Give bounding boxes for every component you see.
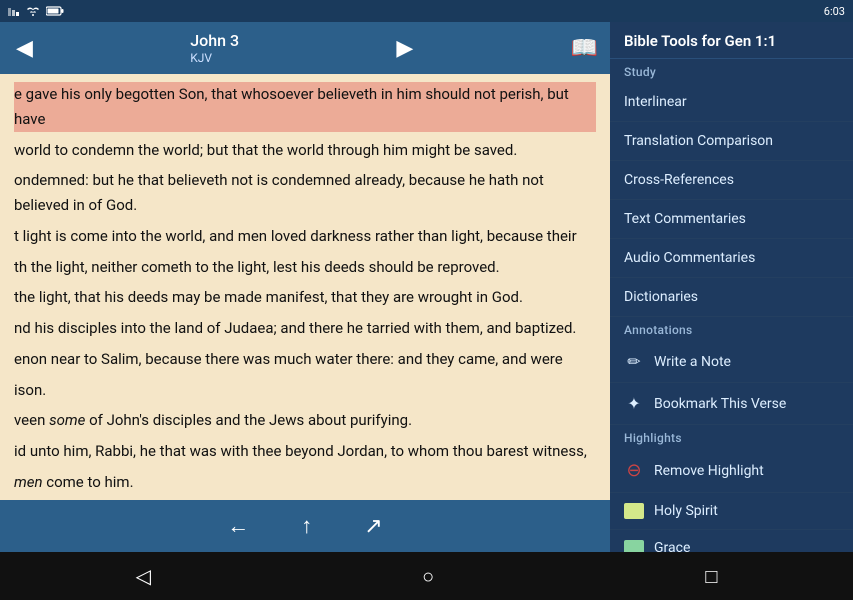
- bible-text-area[interactable]: e gave his only begotten Son, that whoso…: [0, 74, 610, 500]
- app-icon: [8, 6, 20, 16]
- share-button[interactable]: ↗: [358, 508, 388, 545]
- time-display: 6:03: [824, 5, 845, 18]
- audio-commentaries-label: Audio Commentaries: [624, 250, 839, 266]
- translation-comparison-label: Translation Comparison: [624, 133, 839, 149]
- verse-line-12: men come to him.: [14, 470, 596, 495]
- verse-line-11: id unto him, Rabbi, he that was with the…: [14, 439, 596, 464]
- highlights-section-label: Highlights: [610, 425, 853, 449]
- battery-icon: [46, 6, 64, 16]
- android-home-button[interactable]: ○: [402, 558, 454, 595]
- menu-item-interlinear[interactable]: Interlinear: [610, 83, 853, 122]
- verse-line-7: nd his disciples into the land of Judaea…: [14, 316, 596, 341]
- status-icons-left: [8, 6, 64, 16]
- verse-line-3: ondemned: but he that believeth not is c…: [14, 168, 596, 218]
- verse-line-4: t light is come into the world, and men …: [14, 224, 596, 249]
- bookmark-this-verse-label: Bookmark This Verse: [654, 396, 839, 412]
- verse-line-1: e gave his only begotten Son, that whoso…: [14, 82, 596, 132]
- book-icon[interactable]: 📖: [571, 36, 598, 61]
- back-button[interactable]: ←: [221, 507, 255, 545]
- annotations-section-label: Annotations: [610, 317, 853, 341]
- verse-line-10: veen some of John's disciples and the Je…: [14, 408, 596, 433]
- wifi-icon: [26, 6, 40, 16]
- holy-spirit-color-swatch: [624, 503, 644, 519]
- menu-item-audio-commentaries[interactable]: Audio Commentaries: [610, 239, 853, 278]
- verse-line-8: enon near to Salim, because there was mu…: [14, 347, 596, 372]
- cross-references-label: Cross-References: [624, 172, 839, 188]
- prev-chapter-button[interactable]: ◀: [12, 32, 37, 65]
- main-area: ◀ John 3 KJV ▶ 📖 e gave his only begotte…: [0, 22, 853, 552]
- remove-highlight-label: Remove Highlight: [654, 463, 839, 479]
- study-section-label: Study: [610, 59, 853, 83]
- book-chapter-title[interactable]: John 3: [190, 31, 239, 50]
- android-nav-bar: ◁ ○ □: [0, 552, 853, 600]
- write-a-note-label: Write a Note: [654, 354, 839, 370]
- menu-item-holy-spirit[interactable]: Holy Spirit: [610, 493, 853, 530]
- grace-color-swatch: [624, 540, 644, 552]
- menu-item-write-a-note[interactable]: ✏ Write a Note: [610, 341, 853, 383]
- menu-item-bookmark-this-verse[interactable]: ✦ Bookmark This Verse: [610, 383, 853, 425]
- right-panel-header: Bible Tools for Gen 1:1: [610, 22, 853, 59]
- panel-title: Bible Tools for Gen 1:1: [624, 32, 776, 50]
- menu-item-remove-highlight[interactable]: ⊖ Remove Highlight: [610, 449, 853, 493]
- android-recent-button[interactable]: □: [685, 558, 737, 595]
- verse-line-2: world to condemn the world; but that the…: [14, 138, 596, 163]
- bible-version[interactable]: KJV: [190, 51, 239, 65]
- interlinear-label: Interlinear: [624, 94, 839, 110]
- remove-highlight-icon: ⊖: [624, 460, 644, 481]
- text-commentaries-label: Text Commentaries: [624, 211, 839, 227]
- status-time: 6:03: [824, 5, 845, 18]
- next-chapter-button[interactable]: ▶: [392, 32, 417, 65]
- holy-spirit-label: Holy Spirit: [654, 503, 718, 519]
- menu-item-cross-references[interactable]: Cross-References: [610, 161, 853, 200]
- bible-nav-bar: ◀ John 3 KJV ▶ 📖: [0, 22, 610, 74]
- bookmark-star-icon: ✦: [624, 394, 644, 413]
- menu-item-grace[interactable]: Grace: [610, 530, 853, 552]
- dictionaries-label: Dictionaries: [624, 289, 839, 305]
- bible-panel: ◀ John 3 KJV ▶ 📖 e gave his only begotte…: [0, 22, 610, 552]
- menu-item-translation-comparison[interactable]: Translation Comparison: [610, 122, 853, 161]
- up-button[interactable]: ↑: [295, 507, 318, 545]
- grace-label: Grace: [654, 540, 690, 552]
- verse-line-6: the light, that his deeds may be made ma…: [14, 285, 596, 310]
- chapter-info: John 3 KJV: [190, 31, 239, 64]
- menu-item-text-commentaries[interactable]: Text Commentaries: [610, 200, 853, 239]
- status-bar: 6:03: [0, 0, 853, 22]
- verse-line-5: th the light, neither cometh to the ligh…: [14, 255, 596, 280]
- right-panel: Bible Tools for Gen 1:1 Study Interlinea…: [610, 22, 853, 552]
- menu-item-dictionaries[interactable]: Dictionaries: [610, 278, 853, 317]
- bottom-toolbar: ← ↑ ↗: [0, 500, 610, 552]
- pencil-icon: ✏: [624, 352, 644, 371]
- verse-line-9: ison.: [14, 378, 596, 403]
- android-back-button[interactable]: ◁: [116, 558, 171, 594]
